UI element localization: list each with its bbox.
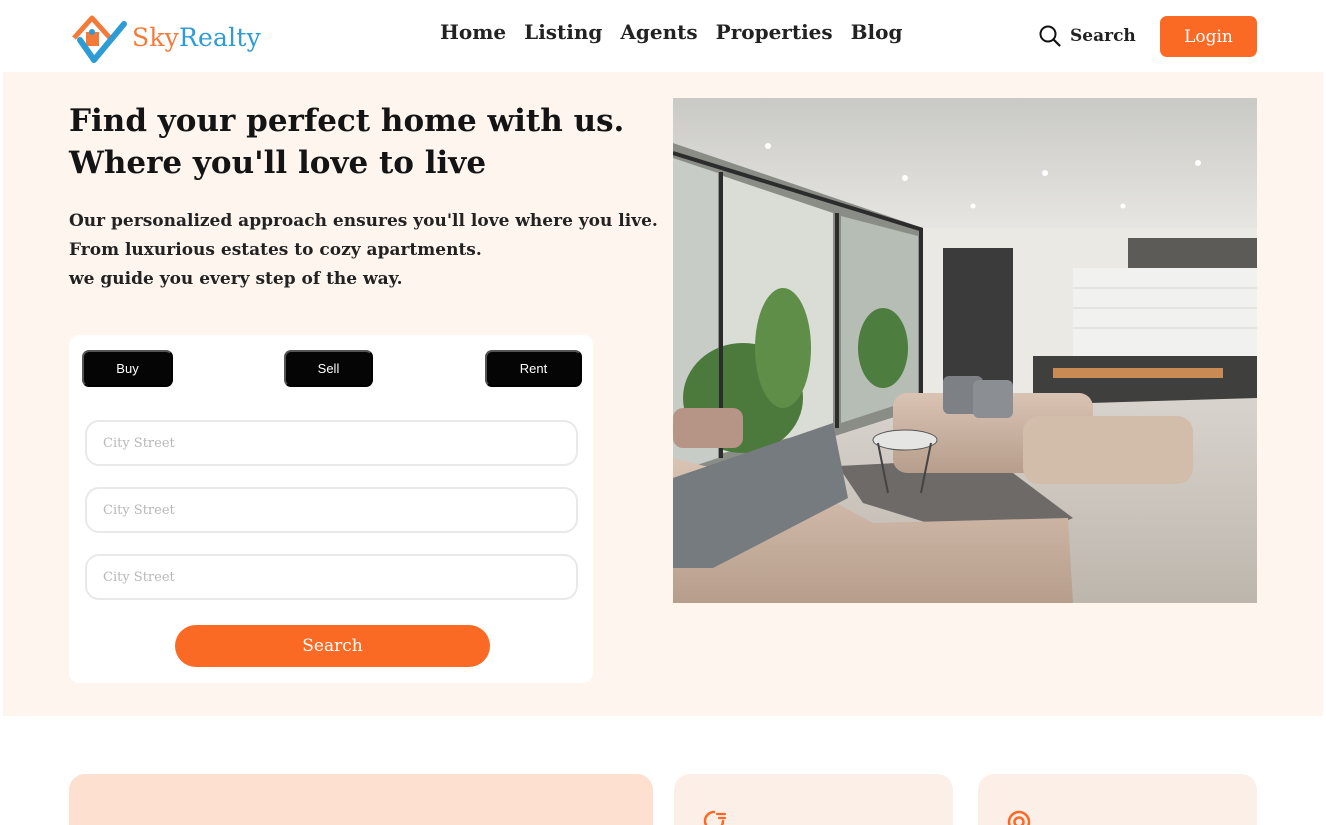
nav-properties[interactable]: Properties bbox=[716, 20, 833, 44]
login-button[interactable]: Login bbox=[1160, 16, 1257, 57]
tab-rent[interactable]: Rent bbox=[485, 350, 582, 387]
hero-desc-line3: we guide you every step of the way. bbox=[69, 269, 403, 289]
property-search-card: Buy Sell Rent Search bbox=[69, 335, 593, 683]
tab-sell[interactable]: Sell bbox=[284, 350, 373, 387]
hero-living-room-image bbox=[673, 98, 1257, 603]
hero-desc-line1: Our personalized approach ensures you'll… bbox=[69, 211, 658, 231]
house-logo-icon bbox=[72, 15, 127, 63]
tab-buy[interactable]: Buy bbox=[82, 350, 173, 387]
hero-title-line2: Where you'll love to live bbox=[69, 145, 487, 181]
pie-chart-icon bbox=[703, 810, 727, 825]
target-icon bbox=[1007, 810, 1031, 825]
nav-agents[interactable]: Agents bbox=[620, 20, 697, 44]
hero-section: Find your perfect home with us. Where yo… bbox=[3, 72, 1323, 716]
search-icon bbox=[1039, 25, 1061, 47]
feature-card-3 bbox=[978, 774, 1257, 825]
brand-name-part2: Realty bbox=[179, 22, 261, 52]
nav-blog[interactable]: Blog bbox=[851, 20, 903, 44]
nav-home[interactable]: Home bbox=[440, 20, 506, 44]
hero-title-line1: Find your perfect home with us. bbox=[69, 103, 625, 139]
hero-title: Find your perfect home with us. Where yo… bbox=[69, 100, 629, 184]
feature-card-2 bbox=[674, 774, 953, 825]
location-input-2[interactable] bbox=[85, 487, 578, 533]
location-input-3[interactable] bbox=[85, 554, 578, 600]
brand-name: SkyRealty bbox=[132, 23, 261, 52]
header-search[interactable]: Search bbox=[1038, 24, 1136, 48]
header-search-label: Search bbox=[1070, 26, 1136, 46]
hero-description: Our personalized approach ensures you'll… bbox=[69, 207, 659, 294]
feature-card-1 bbox=[69, 774, 653, 825]
site-header: SkyRealty Home Listing Agents Properties… bbox=[0, 0, 1326, 72]
nav-listing[interactable]: Listing bbox=[524, 20, 602, 44]
hero-desc-line2: From luxurious estates to cozy apartment… bbox=[69, 240, 482, 260]
search-submit-button[interactable]: Search bbox=[175, 625, 490, 667]
main-nav: Home Listing Agents Properties Blog bbox=[440, 20, 902, 44]
location-input-1[interactable] bbox=[85, 420, 578, 466]
logo[interactable]: SkyRealty bbox=[70, 10, 261, 64]
brand-name-part1: Sky bbox=[132, 22, 179, 52]
